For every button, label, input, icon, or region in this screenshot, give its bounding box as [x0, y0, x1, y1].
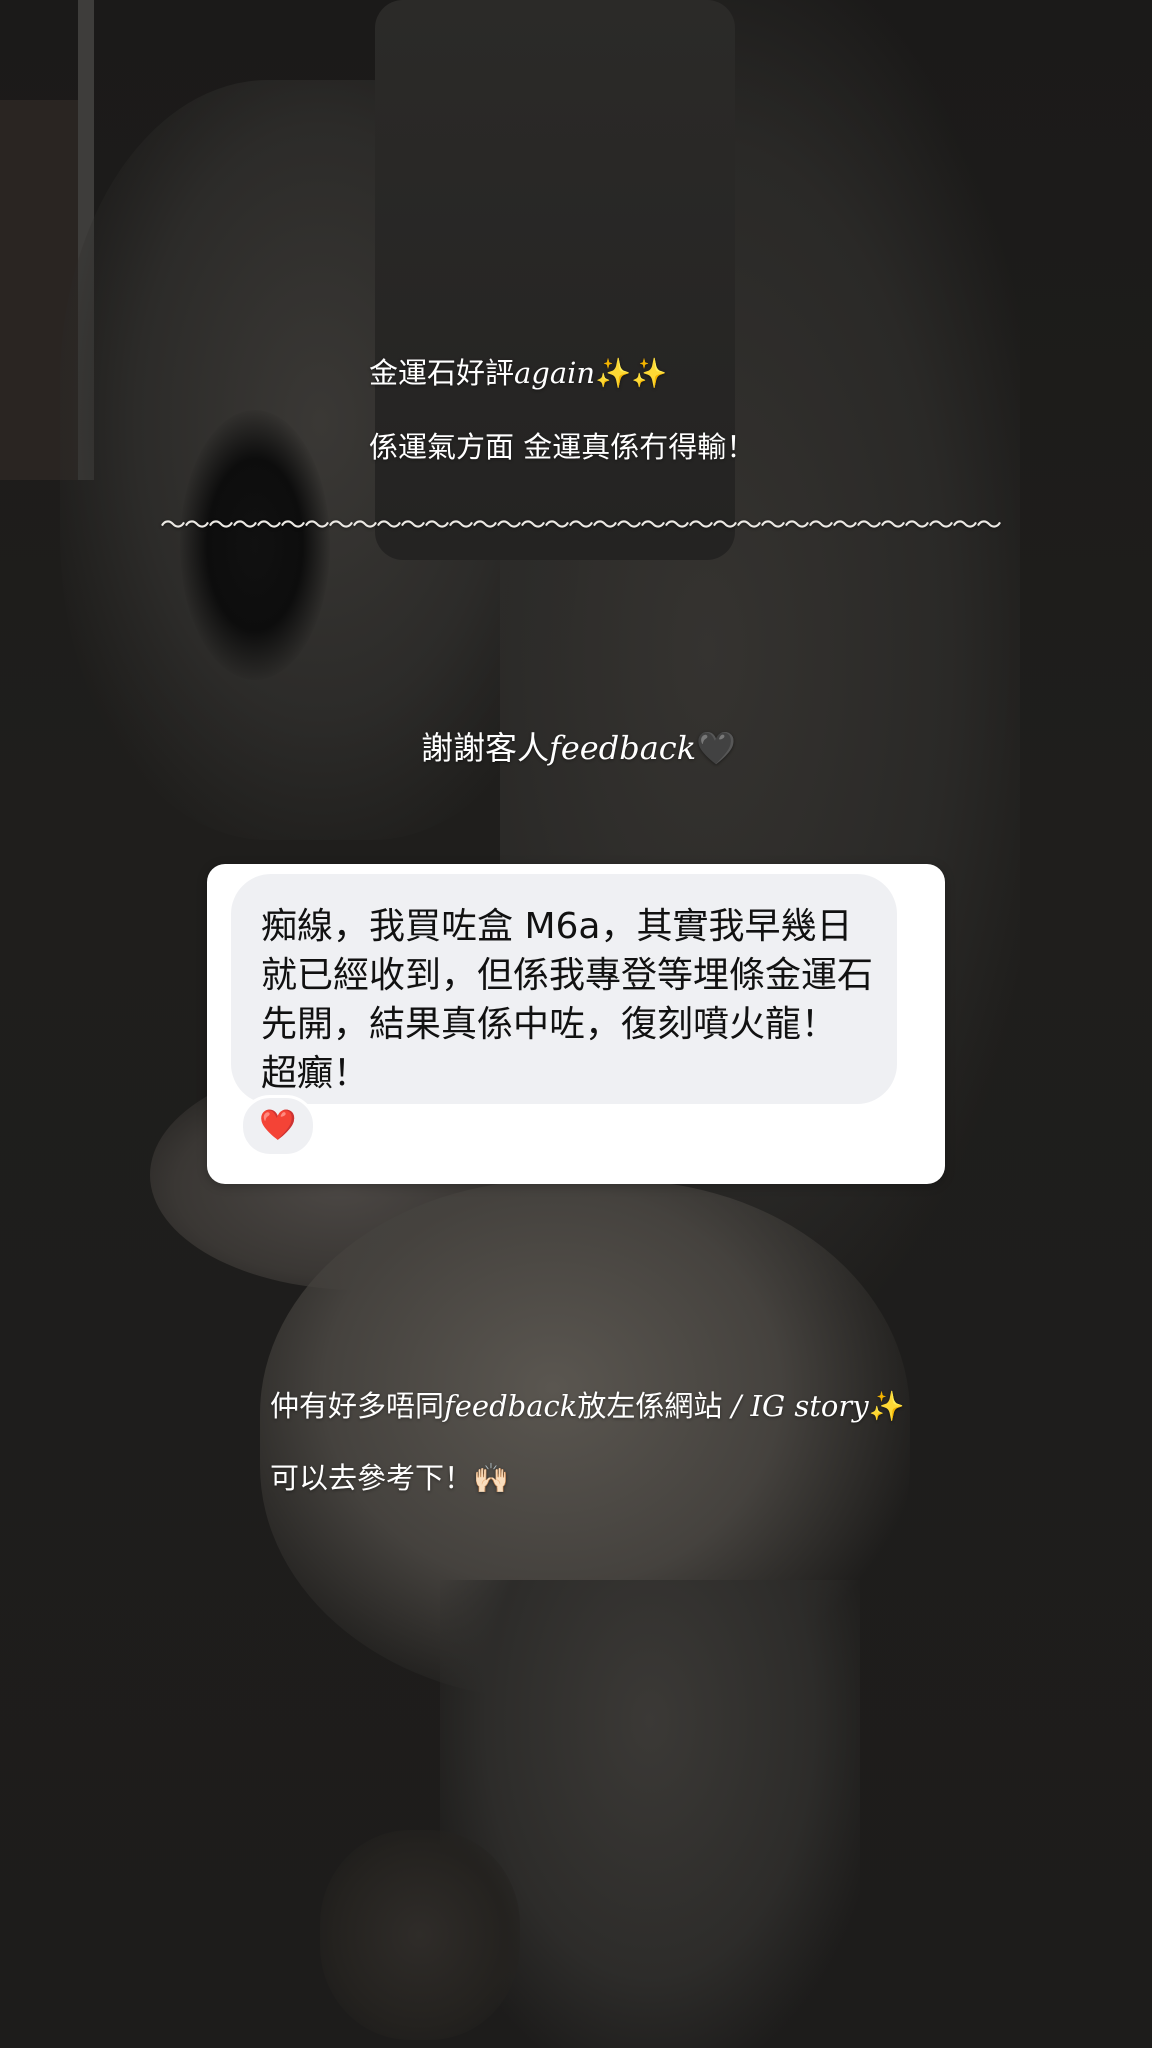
thanks-customer-feedback: 謝謝客人feedback🖤 — [421, 723, 736, 769]
background-phone — [375, 0, 735, 560]
message-text: 痴線，我買咗盒 M6a，其實我早幾日就已經收到，但係我專登等埋條金運石先開，結果… — [261, 906, 874, 1094]
more-text-b: 放左係網站 — [577, 1389, 723, 1423]
headline-text: 金運石好評 — [369, 356, 515, 390]
reference-note: 可以去參考下！🙌🏻 — [270, 1455, 509, 1497]
heart-reaction-icon: ❤️ — [240, 1095, 316, 1157]
headline-review-again: 金運石好評again✨✨ — [369, 350, 667, 392]
background-shoe — [320, 1830, 520, 2040]
message-bubble: 痴線，我買咗盒 M6a，其實我早幾日就已經收到，但係我專登等埋條金運石先開，結果… — [231, 874, 897, 1104]
message-card: 痴線，我買咗盒 M6a，其實我早幾日就已經收到，但係我專登等埋條金運石先開，結果… — [207, 864, 945, 1184]
wavy-divider: 〜〜〜〜〜〜〜〜〜〜〜〜〜〜〜〜〜〜〜〜〜〜〜〜〜〜〜〜〜〜〜〜〜〜〜 — [160, 511, 1002, 541]
subheadline-luck: 係運氣方面 金運真係冇得輸！ — [369, 430, 756, 464]
headline-italic: again — [514, 356, 596, 390]
reference-text: 可以去參考下！ — [270, 1461, 474, 1495]
thanks-italic: feedback — [549, 729, 697, 767]
more-italic-a: feedback — [444, 1389, 578, 1423]
sparkles-icon: ✨✨ — [595, 356, 668, 390]
sparkle-icon: ✨ — [868, 1389, 905, 1423]
more-italic-b: / IG story — [722, 1389, 869, 1423]
black-heart-icon: 🖤 — [696, 729, 736, 767]
raised-hands-icon: 🙌🏻 — [473, 1461, 510, 1495]
thanks-text: 謝謝客人 — [421, 729, 550, 767]
more-feedback-note: 仲有好多唔同feedback放左係網站 / IG story✨ — [270, 1383, 905, 1425]
background-bracelet — [180, 410, 330, 680]
more-text-a: 仲有好多唔同 — [270, 1389, 445, 1423]
